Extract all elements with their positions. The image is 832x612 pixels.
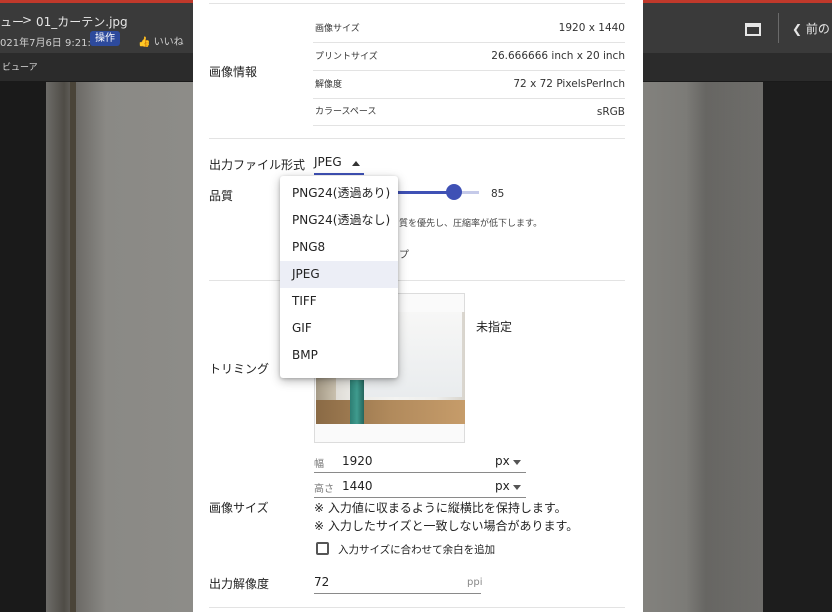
trimming-label: トリミング [209,362,270,376]
quality-option-label: プ [399,250,409,261]
info-key-resolution: 解像度 [315,80,343,90]
quality-label: 品質 [209,189,234,203]
menu-item-bmp[interactable]: BMP [280,342,398,369]
width-label: 幅 [314,459,324,470]
output-resolution-label: 出力解像度 [209,577,270,591]
output-format-menu: PNG24(透過あり) PNG24(透過なし) PNG8 JPEG TIFF G… [280,176,398,378]
width-value: 1920 [342,454,373,468]
operation-badge[interactable]: 操作 [90,31,120,46]
chevron-left-icon: ❮ [792,22,803,36]
trimming-status: 未指定 [476,320,513,334]
curtain-rail-shadow [70,82,76,612]
menu-item-png8[interactable]: PNG8 [280,234,398,261]
window-icon[interactable] [745,23,761,36]
preview-floor [316,400,465,424]
divider-info [209,138,625,139]
width-unit-select[interactable]: px [495,454,510,468]
info-row-divider [313,70,625,71]
chevron-down-icon [513,460,521,465]
info-key-print-size: プリントサイズ [315,52,378,62]
image-size-label: 画像サイズ [209,501,269,515]
aspect-note: ※ 入力値に収まるように縦横比を保持します。 [314,501,567,515]
preview-curtain [350,380,364,424]
prev-button[interactable]: ❮ 前の [792,20,830,37]
info-row-divider [313,42,625,43]
info-key-color-space: カラースペース [315,107,377,117]
output-format-value: JPEG [314,155,342,169]
header-divider [778,13,779,43]
quality-hint: 質を優先し、圧縮率が低下します。 [399,219,543,229]
prev-label: 前の [805,22,830,36]
info-value-image-size: 1920 x 1440 [558,22,625,34]
viewer-label: ビューア [2,63,38,73]
height-unit-select[interactable]: px [495,479,510,493]
chevron-down-icon [513,485,521,490]
output-format-select[interactable]: JPEG [314,154,364,175]
divider-quality [209,280,625,281]
export-settings-dialog: 画像情報 画像サイズ 1920 x 1440 プリントサイズ 26.666666… [193,0,643,612]
quality-value: 85 [491,188,505,200]
like-label: いいね [153,37,184,48]
info-value-color-space: sRGB [596,106,625,118]
info-row-divider [313,98,625,99]
resolution-field[interactable]: 72 [314,572,481,594]
menu-item-tiff[interactable]: TIFF [280,288,398,315]
viewer-right-margin [763,82,832,612]
thumbs-up-icon: 👍 [138,37,151,48]
resolution-value: 72 [314,575,330,589]
info-key-image-size: 画像サイズ [315,24,360,34]
breadcrumb-prefix[interactable]: ュー [0,13,24,30]
divider-top [209,3,625,4]
menu-item-png24-opaque[interactable]: PNG24(透過なし) [280,207,398,234]
file-name: 01_カーテン.jpg [36,15,128,29]
output-format-label: 出力ファイル形式 [209,158,306,172]
breadcrumb-separator: > [22,13,33,27]
image-info-label: 画像情報 [209,65,258,79]
divider-bottom [209,607,625,608]
caret-up-icon [352,161,360,166]
size-mismatch-note: ※ 入力したサイズと一致しない場合があります。 [314,519,579,533]
info-row-divider [313,125,625,126]
menu-item-png24-alpha[interactable]: PNG24(透過あり) [280,180,398,207]
height-label: 高さ [314,484,334,495]
quality-slider-thumb[interactable] [446,184,462,200]
info-value-print-size: 26.666666 inch x 20 inch [491,50,625,62]
menu-item-jpeg[interactable]: JPEG [280,261,398,288]
menu-item-gif[interactable]: GIF [280,315,398,342]
file-date: 021年7月6日 9:21:46 [0,38,104,49]
add-margin-checkbox[interactable] [316,542,329,555]
height-value: 1440 [342,479,373,493]
like-button[interactable]: 👍 いいね [138,33,184,48]
info-value-resolution: 72 x 72 PixelsPerInch [513,78,625,90]
resolution-unit: ppi [467,577,483,588]
add-margin-label[interactable]: 入力サイズに合わせて余白を追加 [338,542,495,557]
